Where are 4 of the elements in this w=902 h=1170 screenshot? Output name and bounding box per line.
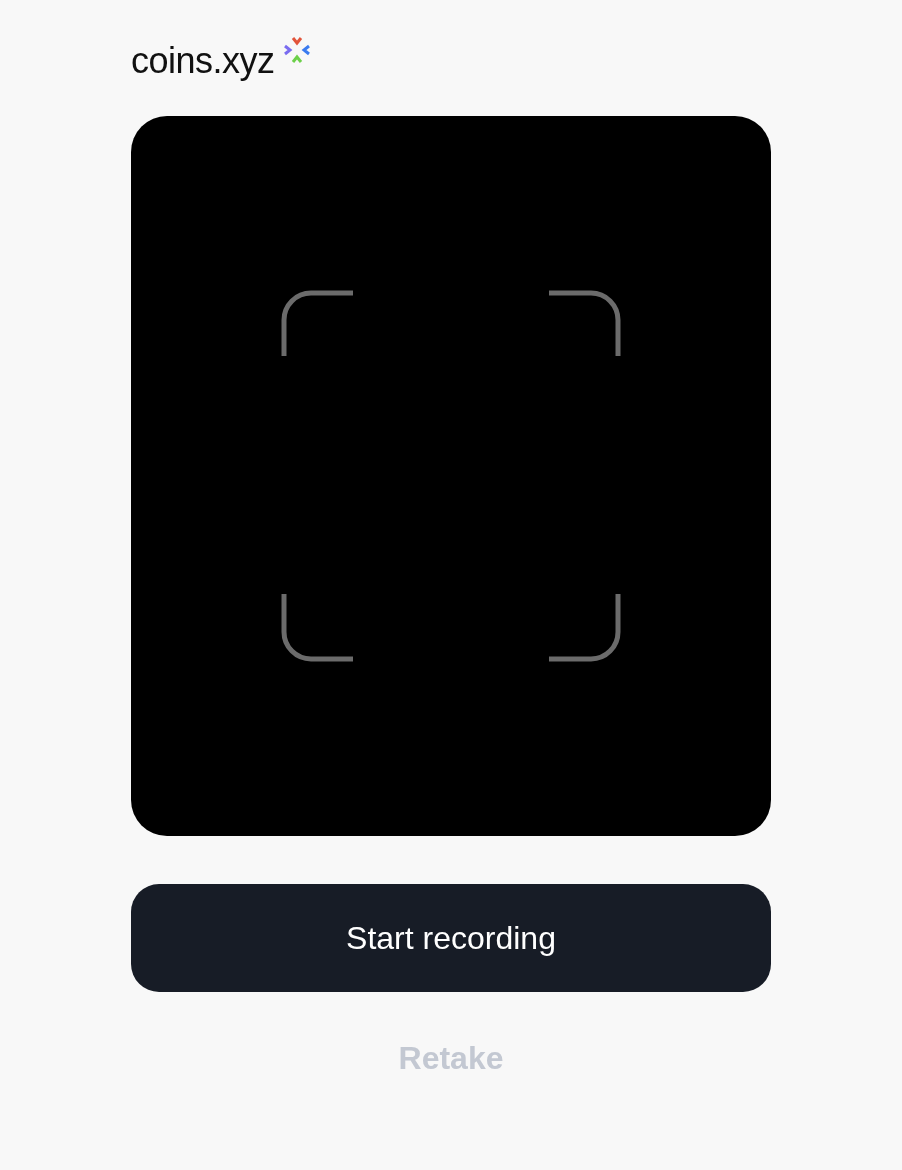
scan-frame-icon xyxy=(281,290,621,662)
logo: coins.xyz xyxy=(131,40,275,82)
logo-icon xyxy=(282,36,311,64)
start-recording-button[interactable]: Start recording xyxy=(131,884,771,992)
